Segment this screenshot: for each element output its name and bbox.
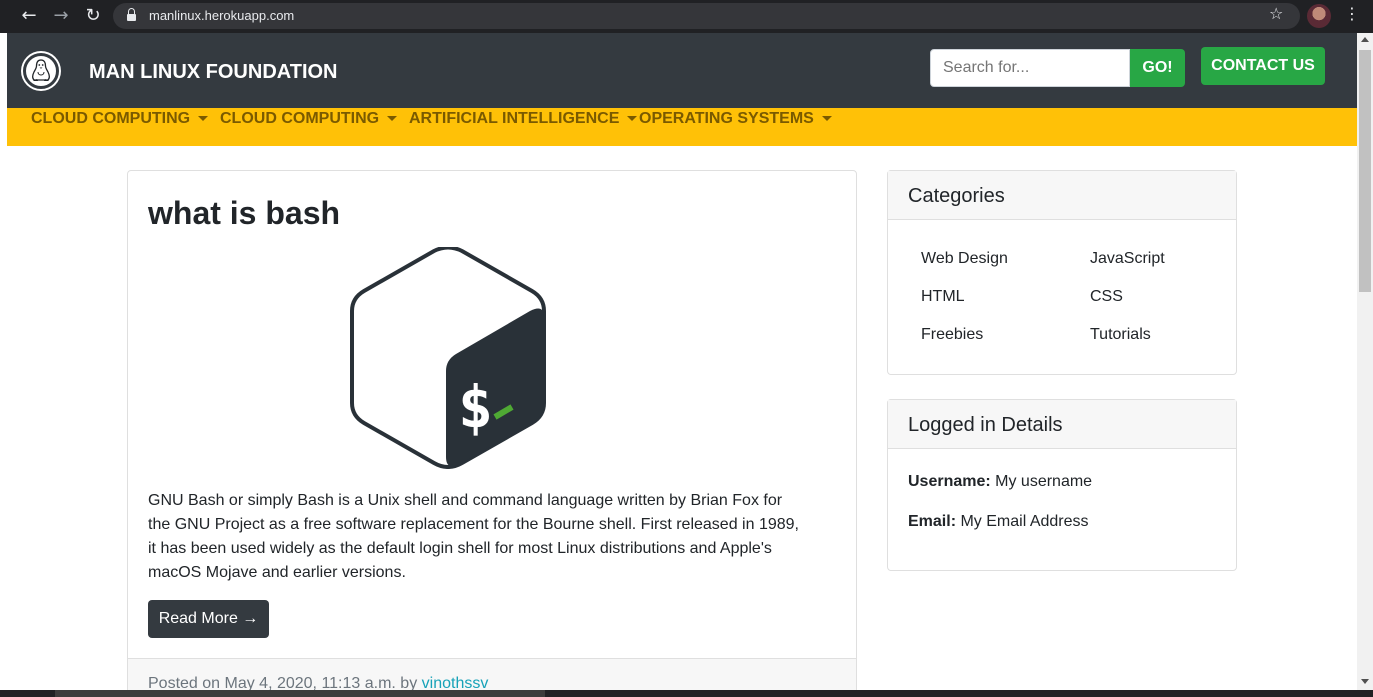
categories-widget: Categories Web Design JavaScript HTML CS…: [887, 170, 1237, 375]
post-title[interactable]: what is bash: [148, 195, 340, 232]
address-bar[interactable]: manlinux.herokuapp.com: [113, 3, 1300, 29]
menu-cloud-computing-1[interactable]: CLOUD COMPUTING: [31, 108, 209, 130]
profile-avatar[interactable]: [1307, 4, 1331, 28]
scroll-down-icon[interactable]: [1361, 679, 1369, 684]
categories-title: Categories: [888, 171, 1236, 220]
taskbar-strip: [0, 690, 1373, 697]
site-brand[interactable]: MAN LINUX FOUNDATION: [89, 61, 338, 84]
caret-down-icon: [627, 116, 638, 122]
star-icon[interactable]: ☆: [1269, 4, 1283, 23]
menu-label: ARTIFICIAL INTELLIGENCE: [409, 110, 620, 127]
menu-artificial-intelligence[interactable]: ARTIFICIAL INTELLIGENCE: [409, 108, 638, 130]
reload-icon[interactable]: ↻: [82, 5, 104, 27]
scroll-up-icon[interactable]: [1361, 37, 1369, 42]
forward-arrow-icon[interactable]: →: [50, 5, 72, 27]
menu-label: OPERATING SYSTEMS: [639, 110, 814, 127]
caret-down-icon: [387, 116, 398, 122]
url-text: manlinux.herokuapp.com: [149, 8, 295, 23]
category-link[interactable]: HTML: [921, 288, 965, 306]
menu-label: CLOUD COMPUTING: [31, 110, 191, 127]
search-go-button[interactable]: GO!: [1130, 49, 1185, 87]
category-link[interactable]: Tutorials: [1090, 326, 1151, 344]
username-label: Username:: [908, 473, 991, 490]
email-row: Email: My Email Address: [908, 513, 1089, 531]
bash-logo-icon: $: [350, 247, 546, 469]
category-link[interactable]: JavaScript: [1090, 250, 1165, 268]
post-excerpt: GNU Bash or simply Bash is a Unix shell …: [148, 492, 799, 581]
category-link[interactable]: CSS: [1090, 288, 1123, 306]
post-card: what is bash $ GNU Bash or simply Bash i…: [127, 170, 857, 690]
logged-in-widget: Logged in Details Username: My username …: [887, 399, 1237, 571]
category-menubar: CLOUD COMPUTING CLOUD COMPUTING ARTIFICI…: [7, 108, 1357, 146]
site-header: MAN LINUX FOUNDATION GO! CONTACT US: [7, 33, 1357, 108]
author-link[interactable]: vinothssv: [422, 675, 489, 690]
category-link[interactable]: Web Design: [921, 250, 1008, 268]
web-page: MAN LINUX FOUNDATION GO! CONTACT US CLOU…: [7, 33, 1357, 690]
menu-label: CLOUD COMPUTING: [220, 110, 380, 127]
page-scrollbar[interactable]: [1357, 33, 1373, 690]
linux-tux-icon[interactable]: [23, 53, 59, 89]
search-input[interactable]: [930, 49, 1130, 87]
post-meta: Posted on May 4, 2020, 11:13 a.m. by vin…: [148, 675, 488, 690]
username-row: Username: My username: [908, 473, 1092, 491]
browser-toolbar: ← → ↻ manlinux.herokuapp.com ☆ ⋮: [0, 0, 1373, 33]
menu-cloud-computing-2[interactable]: CLOUD COMPUTING: [220, 108, 398, 130]
email-value: My Email Address: [960, 513, 1089, 530]
scrollbar-thumb[interactable]: [1359, 50, 1371, 292]
lock-icon: [127, 8, 136, 22]
taskbar-segment: [55, 690, 545, 697]
menu-operating-systems[interactable]: OPERATING SYSTEMS: [639, 108, 832, 130]
username-value: My username: [995, 473, 1093, 490]
back-arrow-icon[interactable]: ←: [18, 5, 40, 27]
logged-in-title: Logged in Details: [888, 400, 1236, 449]
kebab-menu-icon[interactable]: ⋮: [1344, 4, 1360, 23]
contact-us-button[interactable]: CONTACT US: [1201, 47, 1325, 85]
email-label: Email:: [908, 513, 957, 530]
caret-down-icon: [198, 116, 209, 122]
category-link[interactable]: Freebies: [921, 326, 983, 344]
post-footer: Posted on May 4, 2020, 11:13 a.m. by vin…: [128, 658, 856, 690]
svg-text:$: $: [458, 373, 493, 441]
posted-date: Posted on May 4, 2020, 11:13 a.m. by: [148, 675, 418, 690]
tux-svg: [32, 59, 50, 81]
read-more-button[interactable]: Read More →: [148, 600, 269, 638]
caret-down-icon: [821, 116, 832, 122]
